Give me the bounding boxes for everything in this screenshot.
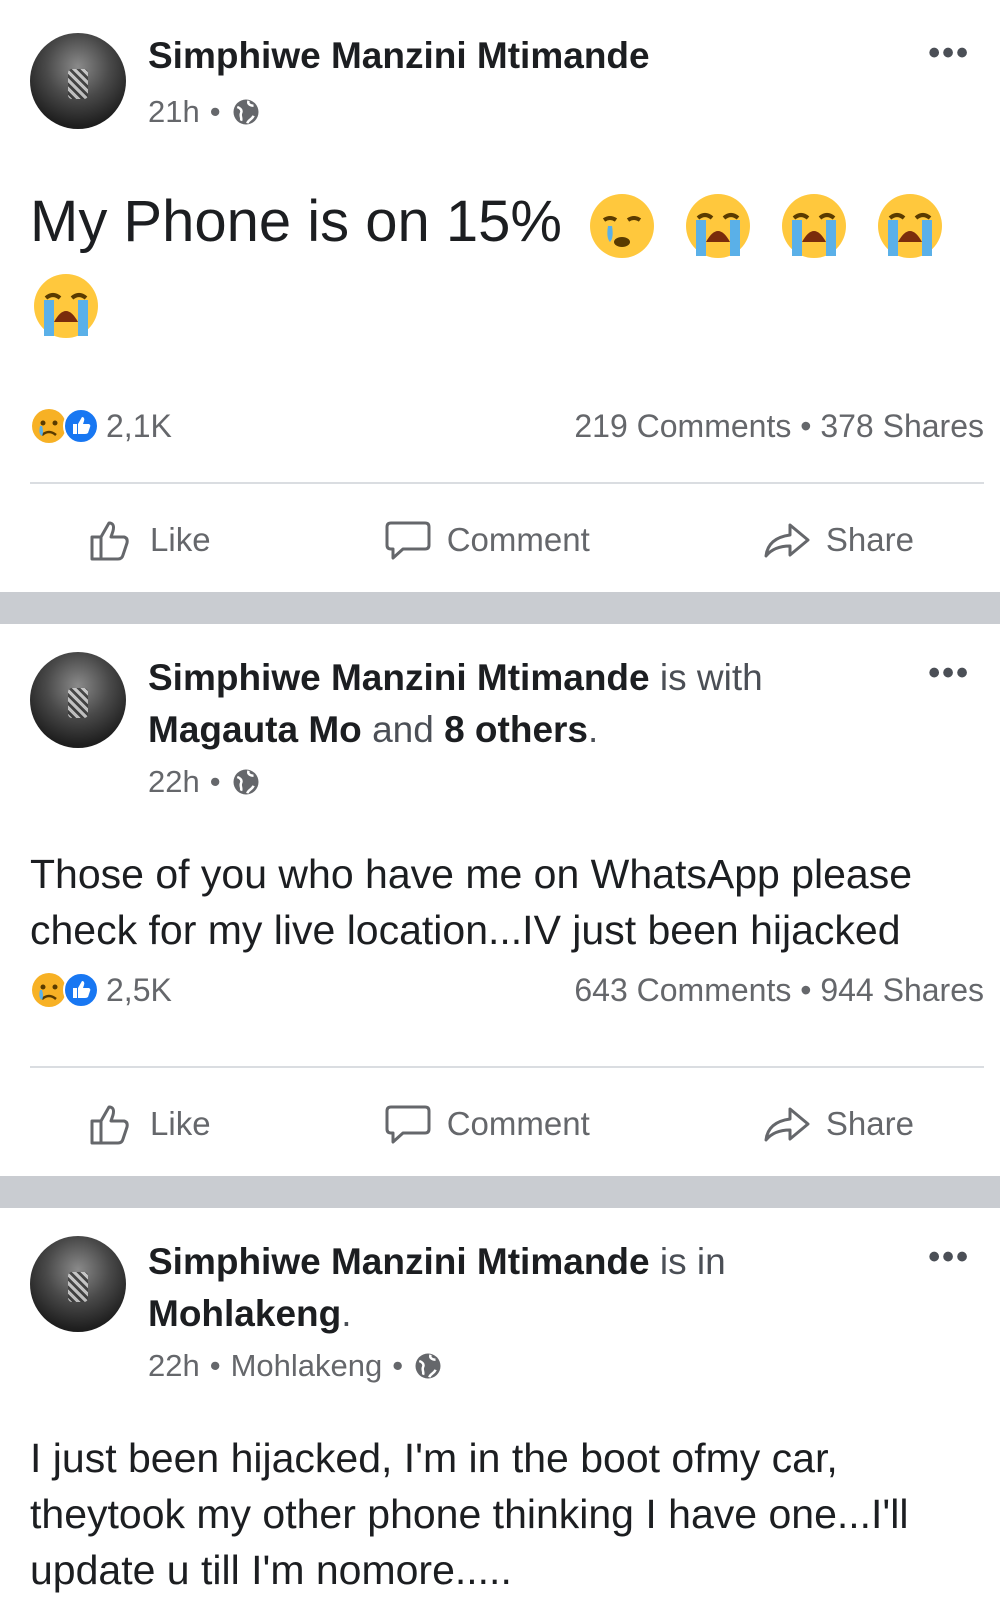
reactions-count: 2,1K [106, 407, 172, 444]
place-link[interactable]: Mohlakeng [148, 1293, 341, 1334]
post-text: I just been hijacked, I'm in the boot of… [30, 1435, 909, 1593]
like-button[interactable]: Like [86, 1099, 211, 1149]
more-icon[interactable]: ••• [928, 34, 970, 73]
thumbs-up-icon [90, 521, 129, 561]
share-button[interactable]: Share [762, 1099, 914, 1149]
action-bar: Like Comment Share [0, 1084, 1000, 1164]
globe-icon [233, 769, 259, 795]
post-2: Simphiwe Manzini Mtimande is with Magaut… [0, 624, 1000, 1176]
comment-button[interactable]: Comment [383, 1099, 590, 1149]
tagged-friend[interactable]: Magauta Mo [148, 709, 362, 750]
comments-count[interactable]: 643 Comments [574, 972, 791, 1008]
post-stats: 2,5K 643 Comments • 944 Shares [30, 968, 984, 1012]
post-separator [0, 592, 1000, 624]
loudly-crying-face-icon [34, 273, 98, 338]
post-author[interactable]: Simphiwe Manzini Mtimande [148, 1241, 650, 1282]
divider [30, 1066, 984, 1068]
engagement-counts: 643 Comments • 944 Shares [574, 971, 984, 1008]
like-reaction-icon [63, 408, 99, 444]
crying-face-icon [590, 193, 655, 258]
share-button[interactable]: Share [762, 515, 914, 565]
post-text: Those of you who have me on WhatsApp ple… [30, 851, 913, 953]
globe-icon [233, 99, 259, 125]
thumbs-up-icon [90, 1105, 129, 1145]
post-3: Simphiwe Manzini Mtimande is in Mohlaken… [0, 1208, 1000, 1619]
news-feed: Simphiwe Manzini Mtimande 21h • ••• My P… [0, 0, 1000, 1619]
share-arrow-icon [764, 1107, 810, 1142]
post-author[interactable]: Simphiwe Manzini Mtimande [148, 657, 650, 698]
post-1: Simphiwe Manzini Mtimande 21h • ••• My P… [0, 0, 1000, 592]
post-time[interactable]: 21h [148, 94, 200, 130]
engagement-counts: 219 Comments • 378 Shares [574, 407, 984, 444]
meta-separator: • [209, 94, 221, 129]
like-button[interactable]: Like [86, 515, 211, 565]
share-arrow-icon [764, 523, 810, 558]
post-time[interactable]: 22h [148, 764, 200, 800]
more-icon[interactable]: ••• [928, 654, 970, 693]
comment-button[interactable]: Comment [383, 515, 590, 565]
avatar[interactable] [30, 1236, 126, 1332]
reactions-summary[interactable]: 2,1K [30, 407, 172, 445]
more-icon[interactable]: ••• [928, 1238, 970, 1277]
meta-separator: • [209, 764, 221, 799]
shares-count[interactable]: 944 Shares [820, 972, 984, 1008]
post-time[interactable]: 22h [148, 1348, 200, 1384]
shares-count[interactable]: 378 Shares [820, 408, 984, 444]
globe-icon [415, 1353, 441, 1379]
avatar[interactable] [30, 652, 126, 748]
post-meta: 22h • Mohlakeng • [148, 1348, 443, 1384]
like-reaction-icon [63, 972, 99, 1008]
action-bar: Like Comment Share [0, 500, 1000, 580]
divider [30, 482, 984, 484]
post-meta: 22h • [148, 764, 261, 800]
post-author[interactable]: Simphiwe Manzini Mtimande [148, 35, 650, 76]
post-location[interactable]: Mohlakeng [231, 1348, 383, 1384]
tagged-others[interactable]: 8 others [444, 709, 588, 750]
avatar[interactable] [30, 33, 126, 129]
loudly-crying-face-icon [878, 193, 943, 258]
loudly-crying-face-icon [782, 193, 847, 258]
loudly-crying-face-icon [686, 193, 751, 258]
reactions-count: 2,5K [106, 971, 172, 1008]
comment-bubble-icon [385, 521, 431, 560]
post-meta: 21h • [148, 94, 261, 130]
comment-bubble-icon [385, 1105, 431, 1144]
post-stats: 2,1K 219 Comments • 378 Shares [30, 404, 984, 448]
reactions-summary[interactable]: 2,5K [30, 971, 172, 1009]
post-separator [0, 1176, 1000, 1208]
comments-count[interactable]: 219 Comments [574, 408, 791, 444]
post-text: My Phone is on 15% [30, 182, 970, 342]
